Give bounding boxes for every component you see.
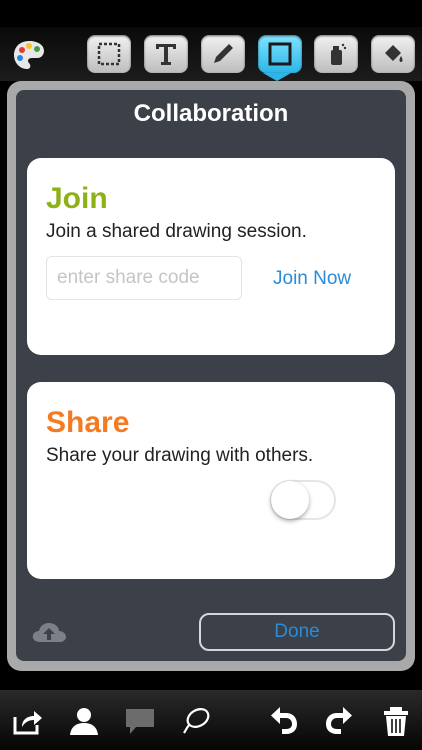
cloud-upload-icon[interactable] — [31, 620, 67, 644]
share-description: Share your drawing with others. — [46, 445, 314, 466]
user-icon — [70, 708, 98, 735]
undo-button[interactable] — [266, 704, 302, 738]
share-code-input[interactable] — [46, 256, 242, 300]
chat-button[interactable] — [122, 704, 158, 738]
spray-tool-button[interactable] — [314, 35, 358, 73]
lasso-icon — [183, 708, 210, 734]
undo-icon — [271, 707, 297, 734]
spray-icon — [331, 43, 347, 65]
join-heading: Join — [46, 182, 108, 215]
share-heading: Share — [46, 406, 130, 439]
status-bar — [0, 0, 422, 27]
redo-icon — [326, 707, 352, 734]
shape-icon — [268, 42, 292, 66]
active-tool-indicator — [263, 73, 291, 81]
done-button[interactable]: Done — [199, 613, 395, 651]
share-out-button[interactable] — [10, 704, 46, 738]
toggle-knob — [271, 481, 309, 519]
selection-tool-button[interactable] — [87, 35, 131, 73]
join-card: Join Join a shared drawing session. Join… — [27, 158, 395, 355]
selection-icon — [97, 42, 121, 66]
join-description: Join a shared drawing session. — [46, 221, 307, 242]
share-card: Share Share your drawing with others. — [27, 382, 395, 579]
trash-button[interactable] — [378, 704, 414, 738]
pencil-tool-button[interactable] — [201, 35, 245, 73]
pencil-icon — [214, 44, 233, 63]
redo-button[interactable] — [321, 704, 357, 738]
text-icon — [156, 44, 176, 65]
share-toggle[interactable] — [270, 480, 336, 520]
trash-icon — [384, 707, 408, 736]
fill-tool-button[interactable] — [371, 35, 415, 73]
chat-icon — [126, 709, 154, 734]
lasso-button[interactable] — [178, 704, 214, 738]
palette-icon[interactable] — [12, 38, 46, 72]
join-now-button[interactable]: Join Now — [273, 268, 351, 290]
popover-title: Collaboration — [133, 100, 289, 127]
share-out-icon — [13, 711, 42, 735]
text-tool-button[interactable] — [144, 35, 188, 73]
shape-tool-button[interactable] — [258, 35, 302, 73]
user-button[interactable] — [66, 704, 102, 738]
fill-icon — [385, 45, 403, 62]
